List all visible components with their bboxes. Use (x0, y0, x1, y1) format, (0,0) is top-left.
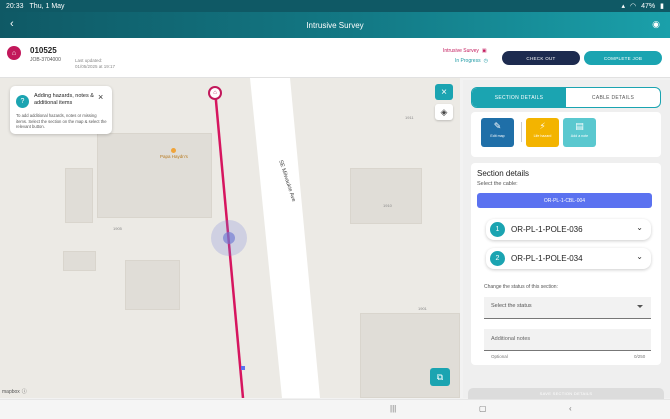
add-note-label: Add a note (570, 134, 589, 138)
status-date: Thu, 1 May (29, 2, 65, 10)
optional-hint: Optional (491, 354, 508, 359)
last-updated-value: 01/05/2025 at 19:17 (75, 64, 116, 69)
app-title: Intrusive Survey (306, 20, 364, 30)
house-number: 1901 (418, 306, 427, 311)
close-map-button[interactable]: × (435, 84, 453, 100)
poi-label: Papa Haydn's (160, 154, 188, 159)
notes-placeholder: Additional notes (491, 336, 531, 342)
tab-cable-details[interactable]: CABLE DETAILS (566, 88, 660, 107)
signal-icon: ▴ (621, 3, 626, 10)
user-location (211, 220, 247, 256)
job-status-label: In Progress (455, 58, 481, 64)
house-number: 1911 (405, 115, 414, 120)
map-view[interactable]: SE Milwaukie Ave 1905 1911 1910 1901 Pap… (0, 78, 460, 398)
pole-number: 2 (490, 251, 505, 266)
edit-map-label: Edit map (490, 134, 505, 138)
system-nav-bar: ||| ▢ ‹ (0, 399, 670, 419)
job-status: In Progress ◷ (455, 58, 488, 64)
cable-select-button[interactable]: OR-PL-1-CBL-004 (477, 193, 652, 208)
panel-tabs: SECTION DETAILS CABLE DETAILS (471, 87, 661, 108)
status-select[interactable]: Select the status (484, 297, 651, 319)
dropdown-caret-icon (637, 305, 643, 308)
battery-percent: 47% (641, 2, 656, 10)
tooltip-title: Adding hazards, notes & additional items (34, 93, 94, 106)
close-icon: × (441, 86, 447, 98)
tooltip-body: To add additional hazards, notes or miss… (16, 113, 107, 129)
note-icon: ▤ (575, 121, 584, 131)
pole-item[interactable]: 1 OR-PL-1-POLE-036 ⌄ (486, 219, 651, 240)
life-hazard-label: Life hazard (533, 134, 552, 138)
home-pin-icon[interactable]: ⌂ (208, 86, 222, 100)
map-attribution: mapbox ⓘ (2, 388, 27, 396)
job-id: JOB-3704000 (30, 57, 61, 63)
home-icon[interactable]: ▢ (479, 404, 487, 413)
wifi-status-icon: ◠ (630, 3, 637, 10)
clock-icon: ◷ (483, 58, 488, 64)
edit-map-button[interactable]: ✎ Edit map (481, 118, 514, 147)
section-details-card: Section details Select the cable: OR-PL-… (471, 163, 661, 365)
pole-label: OR-PL-1-POLE-034 (511, 254, 583, 263)
house-number: 1910 (383, 203, 392, 208)
select-cable-label: Select the cable: (477, 181, 518, 187)
hazard-icon: ⚡ (539, 121, 546, 131)
shapes-icon: ⧉ (436, 371, 444, 382)
recents-icon[interactable]: ||| (390, 404, 396, 413)
job-type-label: Intrusive Survey (443, 48, 479, 54)
battery-icon: ▮ (660, 3, 664, 10)
status-time: 20:33 (6, 2, 24, 10)
notes-counter: 0/250 (634, 354, 646, 359)
status-bar: 20:33 Thu, 1 May ▴ ◠ 47% ▮ (0, 0, 670, 12)
hazard-tooltip: ? Adding hazards, notes & additional ite… (10, 86, 112, 134)
poi-marker[interactable]: Papa Haydn's (160, 148, 188, 159)
help-icon: ? (16, 95, 29, 108)
job-type-icon: ⌂ (7, 46, 21, 60)
pole-item[interactable]: 2 OR-PL-1-POLE-034 ⌄ (486, 248, 651, 269)
status-select-placeholder: Select the status (491, 303, 532, 309)
wifi-icon[interactable]: ◉ (652, 19, 660, 30)
chevron-down-icon[interactable]: ⌄ (636, 252, 643, 261)
tool-divider (521, 122, 522, 142)
add-note-button[interactable]: ▤ Add a note (563, 118, 596, 147)
pole-label: OR-PL-1-POLE-036 (511, 225, 583, 234)
layers-button[interactable]: ◈ (435, 104, 453, 120)
job-type: Intrusive Survey ▣ (443, 48, 487, 54)
tool-card: ✎ Edit map ⚡ Life hazard ▤ Add a note (471, 112, 661, 157)
job-number: 010525 (30, 46, 57, 55)
add-shapes-button[interactable]: ⧉ (430, 368, 450, 386)
location-dot-icon (223, 232, 235, 244)
house-number: 1905 (113, 226, 122, 231)
change-status-label: Change the status of this section: (484, 284, 558, 290)
close-icon[interactable]: × (98, 92, 103, 102)
complete-job-button[interactable]: COMPLETE JOB (584, 51, 662, 65)
poi-icon (171, 148, 177, 153)
briefcase-icon: ▣ (481, 48, 487, 54)
mapbox-logo: mapbox (2, 388, 20, 395)
road-milwaukie (250, 78, 320, 398)
info-icon[interactable]: ⓘ (22, 388, 27, 395)
check-out-button[interactable]: CHECK OUT (502, 51, 580, 65)
back-icon[interactable]: ‹ (10, 18, 14, 30)
additional-notes-field[interactable]: Additional notes (484, 329, 651, 351)
cable-pole-marker (241, 366, 245, 370)
chevron-down-icon[interactable]: ⌄ (636, 223, 643, 232)
pole-number: 1 (490, 222, 505, 237)
section-panel: SECTION DETAILS CABLE DETAILS ✎ Edit map… (463, 80, 670, 398)
save-section-button[interactable]: SAVE SECTION DETAILS (468, 388, 664, 399)
layers-icon: ◈ (440, 106, 448, 117)
edit-map-icon: ✎ (493, 121, 502, 131)
section-details-title: Section details (477, 169, 530, 178)
job-header: ⌂ 010525 JOB-3704000 Last updated: 01/05… (0, 38, 670, 78)
tab-section-details[interactable]: SECTION DETAILS (472, 88, 566, 107)
life-hazard-button[interactable]: ⚡ Life hazard (526, 118, 559, 147)
app-bar: ‹ Intrusive Survey ◉ (0, 12, 670, 38)
last-updated: Last updated: 01/05/2025 at 19:17 (75, 58, 115, 70)
back-nav-icon[interactable]: ‹ (569, 404, 572, 413)
